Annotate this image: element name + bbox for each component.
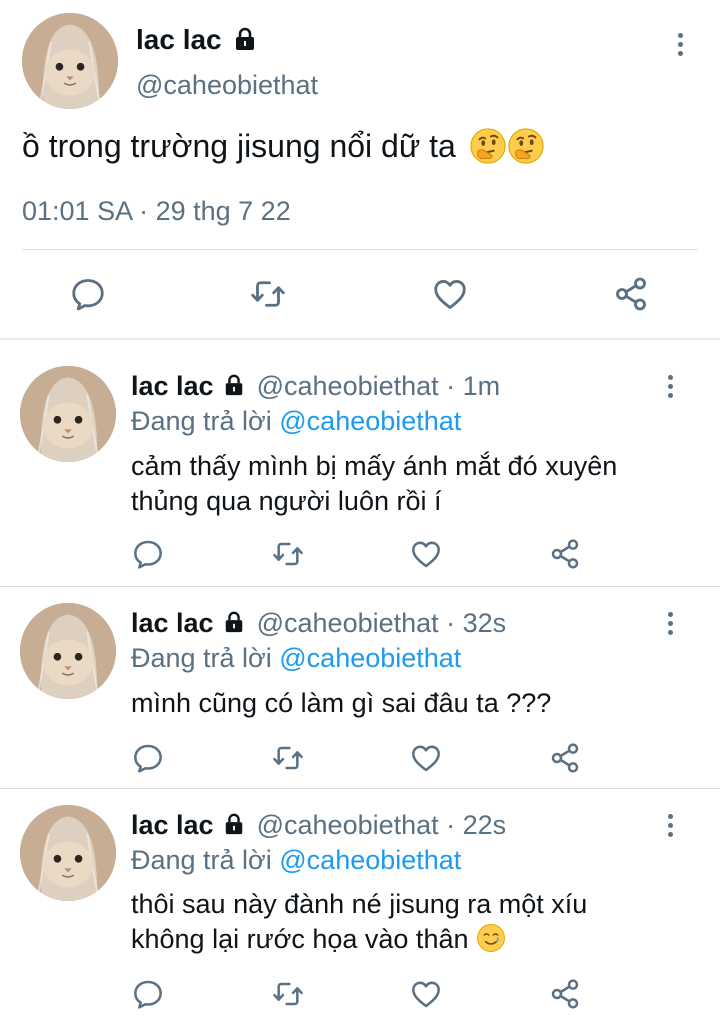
lock-icon <box>233 27 257 51</box>
reply-button[interactable] <box>70 276 106 312</box>
reply-icon <box>70 276 106 312</box>
avatar[interactable] <box>20 805 116 901</box>
more-icon[interactable] <box>665 814 675 841</box>
divider <box>0 338 720 340</box>
handle-and-time[interactable]: @caheobiethat · 32s <box>257 608 507 638</box>
avatar[interactable] <box>22 13 118 109</box>
reply-text: mình cũng có làm gì sai đâu ta ??? <box>131 686 551 721</box>
reply-button[interactable] <box>132 538 164 570</box>
lock-icon <box>223 611 245 633</box>
reply-text-line: mình cũng có làm gì sai đâu ta ??? <box>131 688 552 718</box>
tweet-text-body: ồ trong trường jisung nổi dữ ta <box>22 128 456 164</box>
author-name[interactable]: lac lac <box>131 371 214 401</box>
like-button[interactable] <box>410 538 442 570</box>
reply-text-line: không lại rước họa vào thân <box>131 924 469 954</box>
share-icon <box>613 276 649 312</box>
reply-icon <box>132 978 164 1010</box>
reply-header: lac lac @caheobiethat · 22s <box>131 809 506 841</box>
share-icon <box>549 538 581 570</box>
reply-icon <box>132 538 164 570</box>
replying-to: Đang trả lời @caheobiethat <box>131 405 461 437</box>
divider <box>0 586 720 587</box>
replying-prefix: Đang trả lời <box>131 643 280 673</box>
like-icon <box>410 742 442 774</box>
reply-button[interactable] <box>132 742 164 774</box>
reply-icon <box>132 742 164 774</box>
reply-header: lac lac @caheobiethat · 32s <box>131 607 506 639</box>
share-icon <box>549 742 581 774</box>
like-button[interactable] <box>410 742 442 774</box>
reply-text: cảm thấy mình bị mấy ánh mắt đó xuyên th… <box>131 449 617 519</box>
retweet-icon <box>272 742 304 774</box>
retweet-button[interactable] <box>272 538 304 570</box>
avatar-image <box>20 603 116 699</box>
share-icon <box>549 978 581 1010</box>
avatar-image <box>20 805 116 901</box>
like-button[interactable] <box>432 276 468 312</box>
author-name[interactable]: lac lac <box>131 608 214 638</box>
reply-text: thôi sau này đành né jisung ra một xíu k… <box>131 887 587 957</box>
replying-to-link[interactable]: @caheobiethat <box>279 845 461 875</box>
more-icon[interactable] <box>675 33 685 60</box>
divider <box>0 788 720 789</box>
replying-prefix: Đang trả lời <box>131 845 280 875</box>
share-button[interactable] <box>549 538 581 570</box>
retweet-icon <box>272 538 304 570</box>
replying-to: Đang trả lời @caheobiethat <box>131 642 461 674</box>
retweet-button[interactable] <box>272 742 304 774</box>
avatar[interactable] <box>20 603 116 699</box>
retweet-button[interactable] <box>250 276 286 312</box>
lock-icon <box>223 813 245 835</box>
avatar-image <box>22 13 118 109</box>
more-icon[interactable] <box>665 612 675 639</box>
reply-text-line-2: không lại rước họa vào thân <box>131 922 587 957</box>
reply-header: lac lac @caheobiethat · 1m <box>131 370 500 402</box>
timestamp[interactable]: 01:01 SA · 29 thg 7 22 <box>22 194 291 228</box>
like-icon <box>432 276 468 312</box>
replying-to-link[interactable]: @caheobiethat <box>279 643 461 673</box>
avatar[interactable] <box>20 366 116 462</box>
reply-text-line: cảm thấy mình bị mấy ánh mắt đó xuyên <box>131 451 618 481</box>
retweet-icon <box>272 978 304 1010</box>
replying-to-link[interactable]: @caheobiethat <box>279 406 461 436</box>
thinking-face-icon <box>469 127 507 165</box>
smiling-face-with-tear-icon <box>476 923 506 953</box>
share-button[interactable] <box>549 978 581 1010</box>
like-icon <box>410 978 442 1010</box>
thinking-face-icon <box>507 127 545 165</box>
replying-prefix: Đang trả lời <box>131 406 280 436</box>
like-icon <box>410 538 442 570</box>
author-name-text: lac lac <box>136 24 222 55</box>
reply-text-line: thủng qua người luôn rồi í <box>131 486 442 516</box>
divider <box>22 249 698 250</box>
author-name[interactable]: lac lac <box>136 23 257 57</box>
lock-icon <box>223 374 245 396</box>
handle-and-time[interactable]: @caheobiethat · 1m <box>257 371 501 401</box>
tweet-text: ồ trong trường jisung nổi dữ ta <box>22 126 545 166</box>
share-button[interactable] <box>549 742 581 774</box>
replying-to: Đang trả lời @caheobiethat <box>131 844 461 876</box>
reply-text-line: thôi sau này đành né jisung ra một xíu <box>131 889 588 919</box>
retweet-icon <box>250 276 286 312</box>
more-icon[interactable] <box>665 375 675 402</box>
author-handle[interactable]: @caheobiethat <box>136 68 318 102</box>
avatar-image <box>20 366 116 462</box>
retweet-button[interactable] <box>272 978 304 1010</box>
like-button[interactable] <box>410 978 442 1010</box>
handle-and-time[interactable]: @caheobiethat · 22s <box>257 810 507 840</box>
author-name[interactable]: lac lac <box>131 810 214 840</box>
reply-button[interactable] <box>132 978 164 1010</box>
share-button[interactable] <box>613 276 649 312</box>
